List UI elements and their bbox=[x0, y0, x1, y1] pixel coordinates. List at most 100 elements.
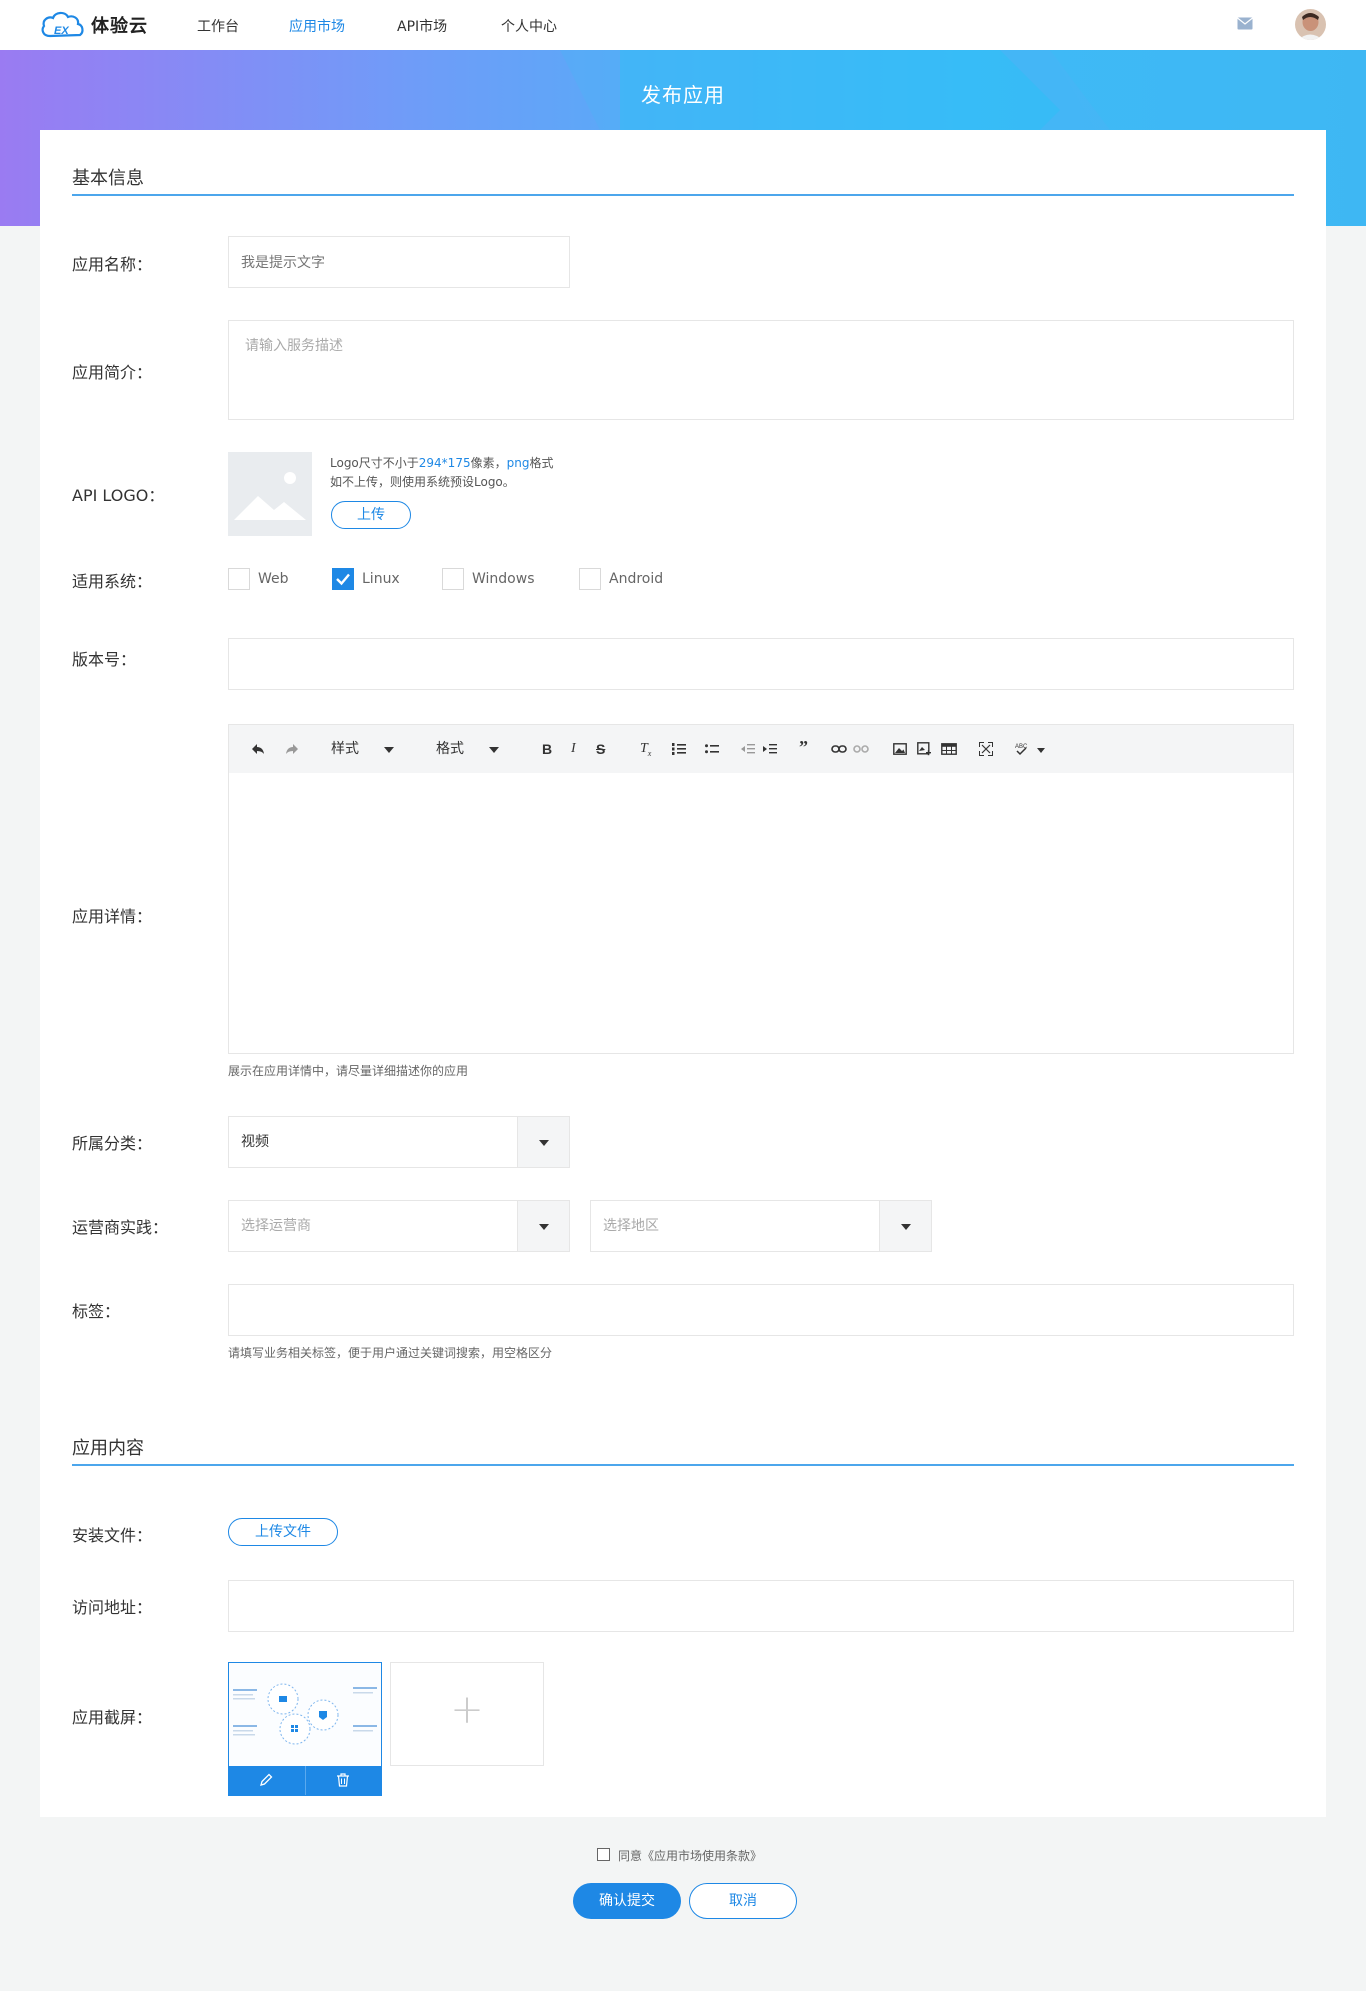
avatar-image-icon bbox=[1295, 9, 1326, 40]
image-icon[interactable] bbox=[893, 743, 907, 755]
checkmark-icon bbox=[336, 573, 350, 586]
access-url-input[interactable] bbox=[228, 1580, 1294, 1632]
logo-hint-size: 294*175 bbox=[418, 456, 471, 470]
section-title-basic: 基本信息 bbox=[72, 168, 144, 189]
system-checkbox-android[interactable] bbox=[579, 568, 601, 590]
image-placeholder-icon bbox=[228, 452, 312, 536]
spellcheck-icon[interactable]: ABC bbox=[1015, 742, 1047, 756]
blockquote-icon[interactable]: ” bbox=[799, 738, 808, 756]
svg-text:EX: EX bbox=[54, 25, 69, 37]
logo-hint-suffix: 格式 bbox=[529, 456, 554, 470]
logo-hint-prefix: Logo尺寸不小于 bbox=[330, 456, 419, 470]
section-divider bbox=[72, 1464, 1294, 1466]
italic-icon[interactable]: I bbox=[571, 741, 576, 757]
system-label-linux: Linux bbox=[362, 571, 400, 587]
ordered-list-icon[interactable] bbox=[672, 743, 686, 755]
app-name-label: 应用名称： bbox=[72, 255, 153, 274]
redo-icon[interactable] bbox=[285, 743, 299, 755]
system-checkbox-windows[interactable] bbox=[442, 568, 464, 590]
tags-input[interactable] bbox=[228, 1284, 1294, 1336]
tags-label: 标签： bbox=[72, 1302, 121, 1321]
region-placeholder: 选择地区 bbox=[603, 1218, 659, 1234]
top-navigation-bar: EX 体验云 工作台 应用市场 API市场 个人中心 bbox=[0, 0, 1366, 50]
outdent-icon[interactable] bbox=[741, 743, 755, 755]
indent-icon[interactable] bbox=[763, 743, 777, 755]
publish-form-card: 基本信息 应用名称： 应用简介： 请输入服务描述 API LOGO： Logo尺… bbox=[40, 130, 1326, 1817]
chevron-down-icon[interactable] bbox=[517, 1201, 569, 1251]
nav-item-personal-center[interactable]: 个人中心 bbox=[501, 16, 557, 36]
style-dropdown[interactable]: 样式 bbox=[331, 741, 359, 757]
screenshot-preview-image bbox=[229, 1663, 381, 1767]
format-dropdown[interactable]: 格式 bbox=[436, 741, 464, 757]
add-screenshot-button[interactable]: + bbox=[390, 1662, 544, 1766]
system-label-windows: Windows bbox=[472, 571, 535, 587]
action-divider bbox=[305, 1766, 306, 1795]
brand-name: 体验云 bbox=[91, 16, 148, 37]
cancel-button[interactable]: 取消 bbox=[689, 1883, 797, 1919]
logo-hint-format: png bbox=[506, 456, 530, 470]
editor-toolbar: 样式 格式 B I S Tx ” ABC bbox=[229, 725, 1293, 773]
install-file-label: 安装文件： bbox=[72, 1526, 153, 1545]
unlink-icon[interactable] bbox=[853, 744, 869, 754]
screenshot-actions bbox=[229, 1766, 381, 1795]
system-label-web: Web bbox=[258, 571, 289, 587]
edit-icon[interactable] bbox=[259, 1773, 273, 1787]
user-avatar[interactable] bbox=[1295, 9, 1326, 40]
page-title: 发布应用 bbox=[641, 83, 725, 107]
system-label-android: Android bbox=[609, 571, 664, 587]
logo-preview bbox=[228, 452, 312, 536]
link-icon[interactable] bbox=[831, 744, 847, 754]
fullscreen-icon[interactable] bbox=[979, 742, 993, 756]
bold-icon[interactable]: B bbox=[542, 741, 552, 757]
submit-button[interactable]: 确认提交 bbox=[573, 1883, 681, 1919]
plus-icon: + bbox=[450, 1687, 484, 1733]
nav-item-app-market[interactable]: 应用市场 bbox=[289, 16, 345, 36]
access-url-label: 访问地址： bbox=[72, 1598, 153, 1617]
trash-icon[interactable] bbox=[336, 1773, 350, 1787]
svg-text:ABC: ABC bbox=[1015, 744, 1028, 750]
undo-icon[interactable] bbox=[251, 743, 265, 755]
category-label: 所属分类： bbox=[72, 1134, 153, 1153]
screenshot-thumbnail[interactable] bbox=[228, 1662, 382, 1796]
app-intro-label: 应用简介： bbox=[72, 363, 153, 382]
screenshots-label: 应用截屏： bbox=[72, 1708, 153, 1727]
detail-hint: 展示在应用详情中，请尽量详细描述你的应用 bbox=[228, 1064, 469, 1078]
api-logo-label: API LOGO： bbox=[72, 486, 165, 505]
unordered-list-icon[interactable] bbox=[705, 743, 719, 755]
operator-placeholder: 选择运营商 bbox=[241, 1218, 311, 1234]
nav-item-api-market[interactable]: API市场 bbox=[397, 16, 447, 36]
app-intro-textarea[interactable]: 请输入服务描述 bbox=[228, 320, 1294, 420]
logo-upload-button[interactable]: 上传 bbox=[331, 501, 411, 529]
logo-hint-line1: Logo尺寸不小于294*175像素，png格式 bbox=[330, 454, 553, 473]
rich-text-editor[interactable]: 样式 格式 B I S Tx ” ABC bbox=[228, 724, 1294, 1054]
detail-label: 应用详情： bbox=[72, 907, 153, 926]
insert-image-icon[interactable] bbox=[917, 742, 931, 756]
operator-label: 运营商实践： bbox=[72, 1218, 169, 1237]
system-checkbox-web[interactable] bbox=[228, 568, 250, 590]
app-name-input[interactable] bbox=[228, 236, 570, 288]
upload-file-button[interactable]: 上传文件 bbox=[228, 1518, 338, 1546]
operator-select[interactable]: 选择运营商 bbox=[228, 1200, 570, 1252]
logo-hint-line2: 如不上传，则使用系统预设Logo。 bbox=[330, 475, 515, 489]
section-title-content: 应用内容 bbox=[72, 1438, 144, 1459]
nav-item-workbench[interactable]: 工作台 bbox=[197, 16, 239, 36]
tags-hint: 请填写业务相关标签，便于用户通过关键词搜索，用空格区分 bbox=[228, 1346, 553, 1360]
region-select[interactable]: 选择地区 bbox=[590, 1200, 932, 1252]
logo-hint-mid: 像素， bbox=[470, 456, 507, 470]
chevron-down-icon[interactable] bbox=[517, 1117, 569, 1167]
system-checkbox-linux[interactable] bbox=[332, 568, 354, 590]
version-input[interactable] bbox=[228, 638, 1294, 690]
agree-checkbox[interactable] bbox=[597, 1848, 610, 1861]
chevron-down-icon[interactable] bbox=[489, 747, 499, 753]
mail-icon[interactable] bbox=[1237, 17, 1253, 30]
systems-label: 适用系统： bbox=[72, 572, 153, 591]
cloud-logo-icon: EX bbox=[41, 11, 84, 38]
chevron-down-icon[interactable] bbox=[384, 747, 394, 753]
table-icon[interactable] bbox=[941, 743, 957, 755]
category-select[interactable]: 视频 bbox=[228, 1116, 570, 1168]
agree-terms-text[interactable]: 同意《应用市场使用条款》 bbox=[618, 1847, 762, 1864]
strikethrough-icon[interactable]: S bbox=[596, 741, 605, 757]
chevron-down-icon[interactable] bbox=[879, 1201, 931, 1251]
clear-format-icon[interactable]: Tx bbox=[640, 741, 651, 762]
section-divider bbox=[72, 194, 1294, 196]
